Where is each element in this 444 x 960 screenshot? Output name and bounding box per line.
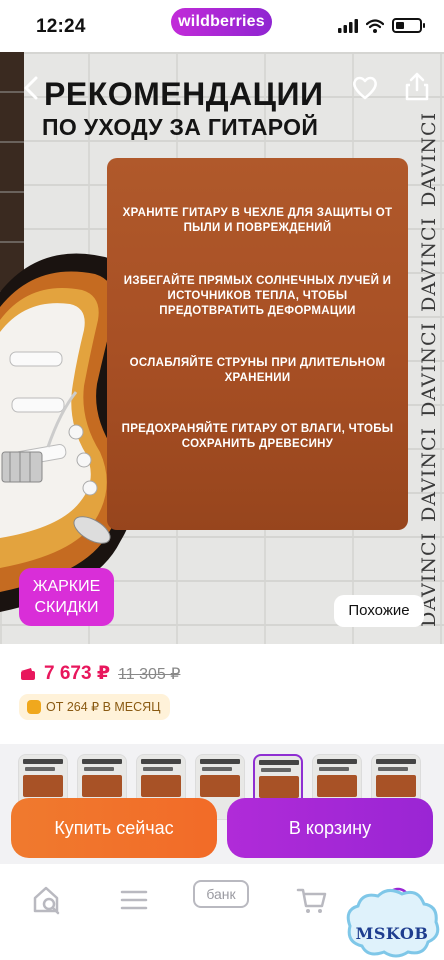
signal-icon (338, 18, 358, 33)
wifi-icon (366, 18, 384, 33)
thumbnail-heading (200, 759, 240, 764)
thumbnail-heading (141, 759, 181, 764)
watermark-logo (346, 889, 440, 958)
thumbnail-subheading (84, 767, 114, 771)
thumbnail-band (376, 775, 416, 797)
status-time: 12:24 (36, 16, 86, 37)
thumbnail-band (317, 775, 357, 797)
thumbnail-band (200, 775, 240, 797)
thumbnail-heading (317, 759, 357, 764)
side-brand-text: DAVINCI (418, 217, 440, 312)
buy-now-button[interactable]: Купить сейчас (11, 798, 217, 858)
thumbnail-heading (259, 760, 299, 765)
hot-badge-line: ЖАРКИЕ (32, 578, 101, 595)
side-brand-strip: DAVINCI DAVINCI DAVINCI DAVINCI DAVINCI (418, 112, 444, 632)
price-row: 7 673 ₽ 11 305 ₽ (20, 662, 180, 685)
care-tip: Ослабляйте струны при длительном хранени… (129, 357, 386, 384)
home-search-icon[interactable] (28, 880, 68, 920)
thumbnail-subheading (261, 768, 291, 772)
status-icons (338, 18, 425, 33)
thumbnail-subheading (25, 767, 55, 771)
thumbnail-heading (82, 759, 122, 764)
back-icon[interactable] (20, 74, 44, 102)
battery-icon (392, 18, 425, 33)
heart-icon[interactable] (350, 72, 380, 102)
side-brand-text: DAVINCI (418, 427, 440, 522)
share-icon[interactable] (402, 70, 432, 102)
cart-icon[interactable] (292, 880, 332, 920)
installment-badge[interactable]: ОТ 264 ₽ В МЕСЯЦ (19, 694, 171, 720)
thumbnail-band (141, 775, 181, 797)
battery-level (396, 22, 404, 29)
hot-badge-line: СКИДКИ (34, 599, 99, 616)
thumbnail-heading (23, 759, 63, 764)
brand-logo[interactable]: wildberries (171, 8, 272, 36)
care-tip: Предохраняйте гитару от влаги, чтобы сох… (121, 423, 394, 450)
current-price: 7 673 ₽ (44, 663, 111, 684)
hot-discounts-badge[interactable]: ЖАРКИЕ СКИДКИ (19, 568, 114, 626)
similar-button[interactable]: Похожие (334, 595, 424, 627)
hero-title: РЕКОМЕНДАЦИИ (44, 76, 324, 112)
side-brand-text: DAVINCI (418, 112, 440, 207)
thumbnail-subheading (202, 767, 232, 771)
care-tip: Храните гитару в чехле для защиты от пыл… (122, 207, 393, 234)
thumbnail-heading (376, 759, 416, 764)
bank-tab[interactable]: банк (193, 880, 249, 908)
side-brand-text: DAVINCI (418, 322, 440, 417)
add-to-cart-button[interactable]: В корзину (227, 798, 433, 858)
thumbnail-subheading (378, 767, 408, 771)
watermark-text: MSKOB (355, 924, 429, 943)
wallet-icon (21, 667, 35, 680)
installment-text: ОТ 264 ₽ В МЕСЯЦ (46, 700, 161, 714)
care-tip: Избегайте прямых солнечных лучей и источ… (123, 275, 392, 317)
catalog-menu-icon[interactable] (114, 880, 154, 920)
thumbnail-band (82, 775, 122, 797)
thumbnail-band (23, 775, 63, 797)
old-price: 11 305 ₽ (118, 665, 181, 683)
hero-subtitle: ПО УХОДУ ЗА ГИТАРОЙ (42, 114, 319, 140)
thumbnail-subheading (143, 767, 173, 771)
thumbnail-subheading (319, 767, 349, 771)
installment-icon (27, 700, 41, 714)
product-image[interactable]: РЕКОМЕНДАЦИИ ПО УХОДУ ЗА ГИТАРОЙ DAVINCI… (0, 52, 444, 644)
status-bar: 12:24 wildberries (0, 0, 444, 52)
care-tips-card: Храните гитару в чехле для защиты от пыл… (107, 158, 408, 530)
thumbnail-band (259, 776, 299, 798)
